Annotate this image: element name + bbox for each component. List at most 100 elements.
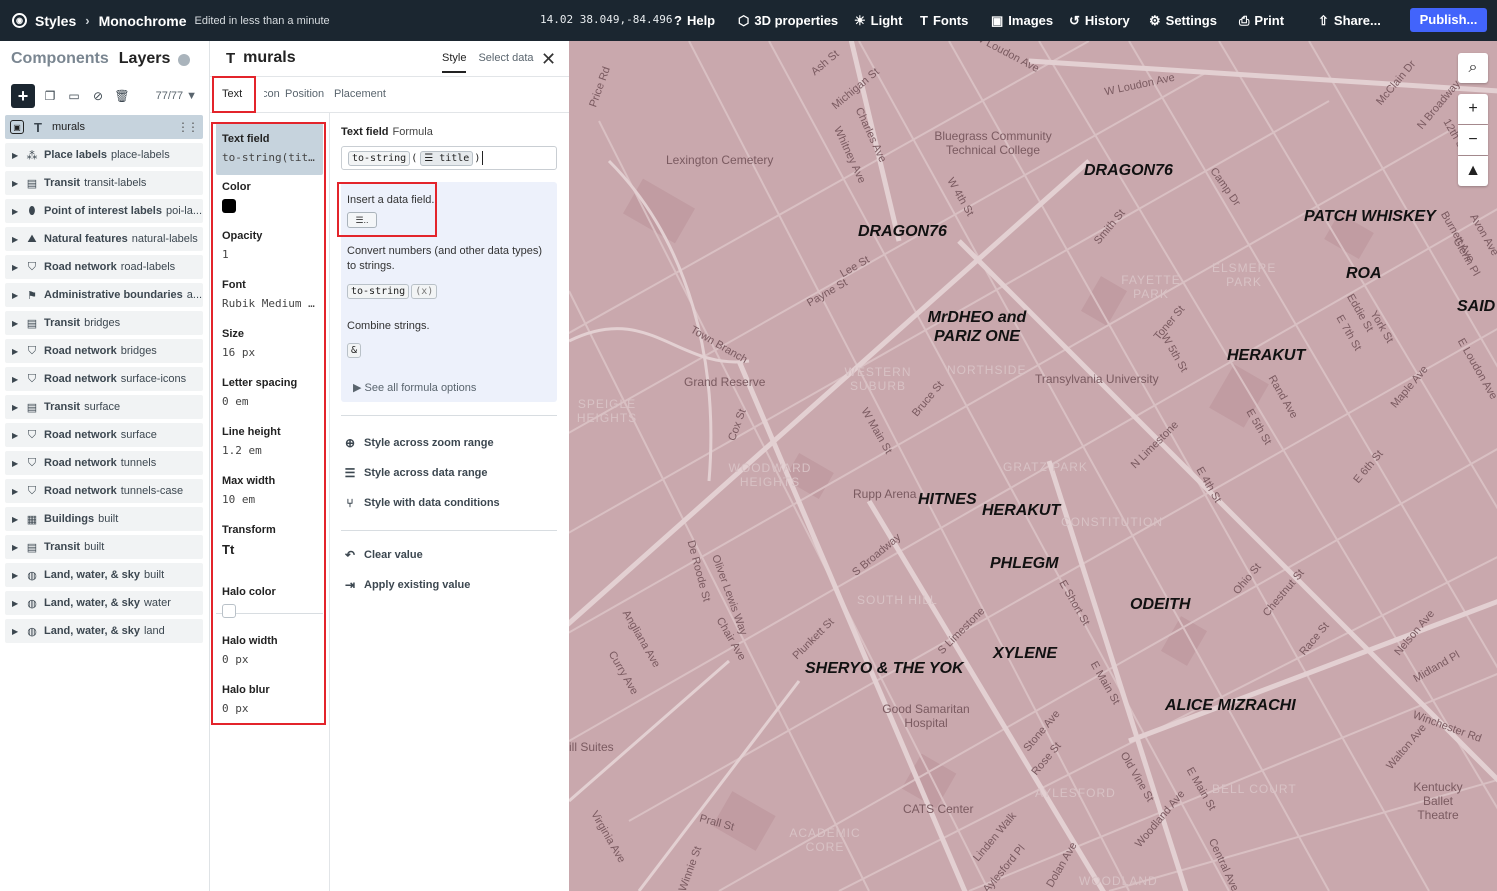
layer-item[interactable]: ▶ ⛉ Road network surface-icons bbox=[5, 367, 203, 391]
insert-data-field-button[interactable]: ☰.. bbox=[347, 212, 377, 228]
style-name[interactable]: Monochrome bbox=[99, 13, 187, 29]
tab-position[interactable]: Position bbox=[285, 88, 324, 100]
prop-line-height[interactable]: Line height 1.2 em bbox=[216, 426, 323, 457]
mural-label[interactable]: MrDHEO and PARIZ ONE bbox=[921, 308, 1033, 346]
map-search-button[interactable]: ⌕ bbox=[1458, 53, 1488, 83]
duplicate-icon[interactable]: ❐ bbox=[41, 87, 59, 105]
tab-placement[interactable]: Placement bbox=[334, 88, 386, 100]
layer-item[interactable]: ▶ ▤ Transit bridges bbox=[5, 311, 203, 335]
light-button[interactable]: ☀ Light bbox=[854, 0, 902, 41]
clear-value-button[interactable]: ↶ Clear value bbox=[343, 548, 423, 562]
expand-icon[interactable]: ▶ bbox=[12, 571, 24, 580]
history-button[interactable]: ↺ History bbox=[1069, 0, 1130, 41]
layer-item[interactable]: ▶ ⁂ Place labels place-labels bbox=[5, 143, 203, 167]
prop-max-width[interactable]: Max width 10 em bbox=[216, 475, 323, 506]
trash-icon[interactable]: 🗑 bbox=[113, 87, 131, 105]
layer-item[interactable]: ▶ ⛰ Natural features natural-labels bbox=[5, 227, 203, 251]
tab-select-data[interactable]: Select data bbox=[478, 52, 533, 73]
add-layer-button[interactable]: + bbox=[11, 84, 35, 108]
mural-label[interactable]: PATCH WHISKEY bbox=[1304, 208, 1436, 226]
layer-item[interactable]: ▶ ⛉ Road network tunnels-case bbox=[5, 479, 203, 503]
expand-icon[interactable]: ▶ bbox=[12, 459, 24, 468]
expand-icon[interactable]: ▶ bbox=[12, 319, 24, 328]
expand-icon[interactable]: ▶ bbox=[12, 431, 24, 440]
expand-icon[interactable]: ▶ bbox=[12, 347, 24, 356]
drag-handle-icon[interactable]: ⋮⋮ bbox=[177, 120, 199, 134]
color-swatch[interactable] bbox=[222, 199, 236, 213]
tab-style[interactable]: Style bbox=[442, 52, 467, 73]
fonts-button[interactable]: T Fonts bbox=[920, 0, 968, 41]
prop-halo-color[interactable]: Halo color bbox=[216, 586, 323, 618]
layer-item[interactable]: ▶ ⛉ Road network bridges bbox=[5, 339, 203, 363]
layer-item[interactable]: ▶ ▤ Transit built bbox=[5, 535, 203, 559]
share-button[interactable]: ⇧ Share... bbox=[1318, 0, 1381, 41]
layer-item[interactable]: ▶ ⛉ Road network tunnels bbox=[5, 451, 203, 475]
print-button[interactable]: ⎙ Print bbox=[1239, 0, 1284, 41]
mural-label[interactable]: DRAGON76 bbox=[1084, 162, 1173, 180]
layer-item-murals[interactable]: ▣ T murals ⋮⋮ bbox=[5, 115, 203, 139]
mural-label[interactable]: HERAKUT bbox=[1227, 347, 1305, 365]
formula-function-chip[interactable]: to-string bbox=[348, 150, 411, 166]
prop-halo-width[interactable]: Halo width 0 px bbox=[216, 635, 323, 666]
mural-label[interactable]: XYLENE bbox=[993, 645, 1057, 663]
hide-icon[interactable]: ⊘ bbox=[89, 87, 107, 105]
layer-item[interactable]: ▶ ▦ Buildings built bbox=[5, 507, 203, 531]
layer-item[interactable]: ▶ ⚑ Administrative boundaries a... bbox=[5, 283, 203, 307]
prop-halo-blur[interactable]: Halo blur 0 px bbox=[216, 684, 323, 715]
tab-text[interactable]: Text bbox=[222, 88, 242, 100]
layer-item[interactable]: ▶ ▤ Transit surface bbox=[5, 395, 203, 419]
style-across-zoom-range[interactable]: ⊕ Style across zoom range bbox=[343, 436, 494, 450]
prop-transform[interactable]: Transform Tt bbox=[216, 524, 323, 557]
prop-size[interactable]: Size 16 px bbox=[216, 328, 323, 359]
expand-icon[interactable]: ▶ bbox=[12, 207, 24, 216]
map-canvas[interactable]: W Loudon Ave W Loudon Ave Ash St Michiga… bbox=[569, 41, 1497, 891]
publish-button[interactable]: Publish... bbox=[1410, 8, 1487, 32]
expand-icon[interactable]: ▶ bbox=[12, 627, 24, 636]
expand-icon[interactable]: ▶ bbox=[12, 599, 24, 608]
styles-link[interactable]: Styles bbox=[35, 13, 76, 29]
formula-data-field-chip[interactable]: ☰ title bbox=[420, 150, 474, 166]
mural-label[interactable]: SAID bbox=[1457, 298, 1495, 316]
layer-item[interactable]: ▶ ⬮ Point of interest labels poi-la... bbox=[5, 199, 203, 223]
zoom-in-button[interactable]: + bbox=[1458, 94, 1488, 124]
expand-icon[interactable]: ▶ bbox=[12, 515, 24, 524]
mural-label[interactable]: SHERYO & THE YOK bbox=[805, 660, 964, 678]
mural-label[interactable]: ODEITH bbox=[1130, 596, 1190, 614]
layer-item[interactable]: ▶ ⛉ Road network road-labels bbox=[5, 255, 203, 279]
halo-color-swatch[interactable] bbox=[222, 604, 236, 618]
zoom-out-button[interactable]: − bbox=[1458, 125, 1488, 155]
help-button[interactable]: ? Help bbox=[674, 0, 715, 41]
prop-letter-spacing[interactable]: Letter spacing 0 em bbox=[216, 377, 323, 408]
see-all-formula-options[interactable]: ▶ See all formula options bbox=[353, 381, 476, 394]
folder-icon[interactable]: ▭ bbox=[65, 87, 83, 105]
tab-layers[interactable]: Layers bbox=[119, 50, 171, 68]
expand-icon[interactable]: ▶ bbox=[12, 543, 24, 552]
expand-icon[interactable]: ▶ bbox=[12, 263, 24, 272]
layer-item[interactable]: ▶ ◍ Land, water, & sky land bbox=[5, 619, 203, 643]
expand-icon[interactable]: ▶ bbox=[12, 291, 24, 300]
mural-label[interactable]: ALICE MIZRACHI bbox=[1165, 697, 1296, 715]
expand-icon[interactable]: ▶ bbox=[12, 235, 24, 244]
prop-font[interactable]: FontRubik Medium I... bbox=[216, 279, 323, 310]
layer-select-icon[interactable]: ▣ bbox=[10, 120, 24, 134]
layer-item[interactable]: ▶ ⛉ Road network surface bbox=[5, 423, 203, 447]
tab-icon[interactable]: Icon bbox=[264, 88, 280, 100]
prop-text-field[interactable]: Text fieldto-string(titl... bbox=[216, 123, 323, 175]
expand-icon[interactable]: ▶ bbox=[12, 151, 24, 160]
to-string-chip[interactable]: to-string bbox=[347, 284, 410, 299]
expand-icon[interactable]: ▶ bbox=[12, 487, 24, 496]
tab-components[interactable]: Components bbox=[11, 50, 109, 68]
formula-input[interactable]: to-string(☰ title) bbox=[341, 146, 557, 170]
layer-item[interactable]: ▶ ▤ Transit transit-labels bbox=[5, 171, 203, 195]
expand-icon[interactable]: ▶ bbox=[12, 375, 24, 384]
mural-label[interactable]: HITNES bbox=[918, 491, 977, 509]
style-across-data-range[interactable]: ☰ Style across data range bbox=[343, 466, 488, 480]
layer-filter[interactable]: 77/77 ▼ bbox=[156, 90, 197, 102]
prop-color[interactable]: Color bbox=[216, 181, 323, 213]
apply-existing-value-button[interactable]: ⇥ Apply existing value bbox=[343, 578, 470, 592]
prop-opacity[interactable]: Opacity 1 bbox=[216, 230, 323, 261]
layer-item[interactable]: ▶ ◍ Land, water, & sky built bbox=[5, 563, 203, 587]
mural-label[interactable]: DRAGON76 bbox=[858, 223, 947, 241]
ampersand-chip[interactable]: & bbox=[347, 343, 362, 358]
images-button[interactable]: ▣ Images bbox=[991, 0, 1053, 41]
